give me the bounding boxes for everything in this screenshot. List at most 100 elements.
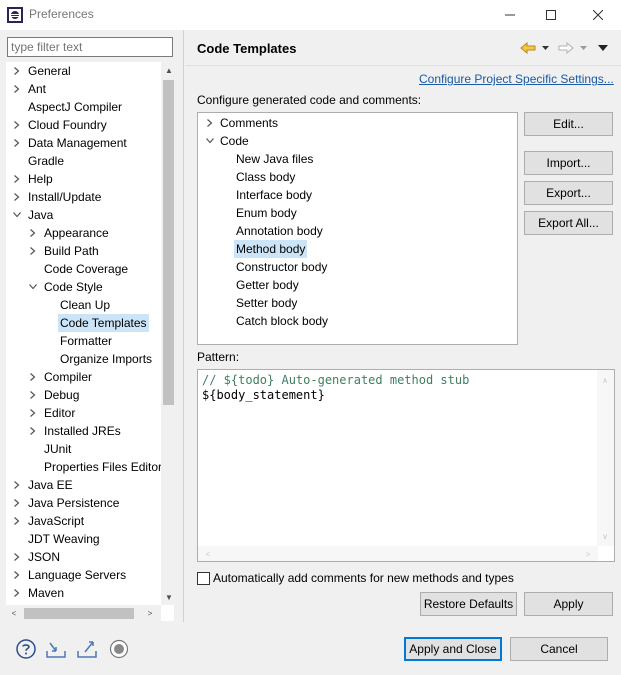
chevron-down-icon[interactable] <box>12 206 22 224</box>
tree-item[interactable]: Installed JREs <box>6 422 161 440</box>
chevron-right-icon[interactable] <box>28 404 38 422</box>
tree-item[interactable]: Appearance <box>6 224 161 242</box>
template-item[interactable]: Method body <box>198 240 516 258</box>
tree-item[interactable]: Code Templates <box>6 314 161 332</box>
scroll-down-arrow-icon[interactable]: ∨ <box>597 528 613 544</box>
tree-item[interactable]: Maven <box>6 584 161 602</box>
tree-item[interactable]: Formatter <box>6 332 161 350</box>
tree-item[interactable]: JSON <box>6 548 161 566</box>
scroll-right-arrow-icon[interactable]: > <box>580 546 596 561</box>
chevron-right-icon[interactable] <box>12 62 22 80</box>
template-item[interactable]: Annotation body <box>198 222 516 240</box>
pattern-horizontal-scrollbar[interactable]: < > <box>198 546 598 561</box>
pattern-editor[interactable]: // ${todo} Auto-generated method stub ${… <box>197 369 615 562</box>
chevron-right-icon[interactable] <box>12 566 22 584</box>
chevron-right-icon[interactable] <box>12 548 22 566</box>
chevron-right-icon[interactable] <box>205 114 215 132</box>
scroll-left-arrow-icon[interactable]: < <box>6 605 22 621</box>
template-item[interactable]: Class body <box>198 168 516 186</box>
template-item[interactable]: Code <box>198 132 516 150</box>
close-button[interactable] <box>587 4 609 26</box>
chevron-down-icon[interactable] <box>205 132 215 150</box>
tree-item[interactable]: Debug <box>6 386 161 404</box>
export-preferences-icon[interactable] <box>76 638 98 660</box>
tree-item[interactable]: Ant <box>6 80 161 98</box>
forward-arrow-icon[interactable] <box>557 40 575 56</box>
chevron-right-icon[interactable] <box>28 242 38 260</box>
pattern-vertical-scrollbar[interactable]: ∧ ∨ <box>597 370 614 546</box>
template-item[interactable]: Catch block body <box>198 312 516 330</box>
scroll-left-arrow-icon[interactable]: < <box>200 546 216 561</box>
configure-project-settings-link[interactable]: Configure Project Specific Settings... <box>419 72 614 86</box>
tree-item[interactable]: Help <box>6 170 161 188</box>
chevron-right-icon[interactable] <box>12 494 22 512</box>
apply-and-close-button[interactable]: Apply and Close <box>404 637 502 661</box>
tree-item[interactable]: JUnit <box>6 440 161 458</box>
help-icon[interactable] <box>15 638 37 660</box>
scroll-up-arrow-icon[interactable]: ∧ <box>597 372 613 388</box>
template-item[interactable]: New Java files <box>198 150 516 168</box>
apply-button[interactable]: Apply <box>524 592 613 616</box>
maximize-button[interactable] <box>540 4 562 26</box>
tree-item[interactable]: General <box>6 62 161 80</box>
chevron-right-icon[interactable] <box>12 512 22 530</box>
oomph-record-icon[interactable] <box>108 638 130 660</box>
tree-item[interactable]: JavaScript <box>6 512 161 530</box>
chevron-right-icon[interactable] <box>12 584 22 602</box>
auto-comments-checkbox[interactable] <box>197 572 210 585</box>
tree-horizontal-scrollbar[interactable]: < > <box>6 605 161 621</box>
tree-item[interactable]: Editor <box>6 404 161 422</box>
chevron-right-icon[interactable] <box>28 224 38 242</box>
template-item[interactable]: Interface body <box>198 186 516 204</box>
scroll-down-arrow-icon[interactable]: ▼ <box>161 589 174 605</box>
forward-dropdown-chevron-icon[interactable] <box>578 40 588 56</box>
pane-splitter[interactable] <box>183 30 184 622</box>
tree-item[interactable]: Clean Up <box>6 296 161 314</box>
chevron-right-icon[interactable] <box>12 170 22 188</box>
chevron-right-icon[interactable] <box>28 422 38 440</box>
template-item[interactable]: Comments <box>198 114 516 132</box>
tree-item[interactable]: Cloud Foundry <box>6 116 161 134</box>
chevron-right-icon[interactable] <box>12 116 22 134</box>
tree-item[interactable]: Install/Update <box>6 188 161 206</box>
template-item[interactable]: Enum body <box>198 204 516 222</box>
cancel-button[interactable]: Cancel <box>510 637 608 661</box>
tree-vertical-scrollbar[interactable]: ▲ ▼ <box>161 62 174 605</box>
tree-item[interactable]: Language Servers <box>6 566 161 584</box>
chevron-right-icon[interactable] <box>12 476 22 494</box>
back-dropdown-chevron-icon[interactable] <box>540 40 550 56</box>
tree-item[interactable]: Organize Imports <box>6 350 161 368</box>
tree-item[interactable]: Build Path <box>6 242 161 260</box>
tree-item[interactable]: Compiler <box>6 368 161 386</box>
chevron-right-icon[interactable] <box>28 368 38 386</box>
back-arrow-icon[interactable] <box>519 40 537 56</box>
import-preferences-icon[interactable] <box>45 638 67 660</box>
chevron-right-icon[interactable] <box>28 386 38 404</box>
import-button[interactable]: Import... <box>524 151 613 175</box>
template-item[interactable]: Setter body <box>198 294 516 312</box>
tree-item[interactable]: Java <box>6 206 161 224</box>
restore-defaults-button[interactable]: Restore Defaults <box>420 592 517 616</box>
filter-input[interactable] <box>7 37 173 57</box>
tree-item[interactable]: Java EE <box>6 476 161 494</box>
tree-item[interactable]: Code Coverage <box>6 260 161 278</box>
chevron-right-icon[interactable] <box>12 134 22 152</box>
template-item[interactable]: Constructor body <box>198 258 516 276</box>
scroll-right-arrow-icon[interactable]: > <box>142 605 158 621</box>
edit-button[interactable]: Edit... <box>524 112 613 136</box>
minimize-button[interactable] <box>499 4 521 26</box>
scroll-up-arrow-icon[interactable]: ▲ <box>161 62 174 78</box>
template-item[interactable]: Getter body <box>198 276 516 294</box>
export-all-button[interactable]: Export All... <box>524 211 613 235</box>
chevron-down-icon[interactable] <box>28 278 38 296</box>
tree-vertical-scroll-thumb[interactable] <box>163 80 174 405</box>
tree-item[interactable]: JDT Weaving <box>6 530 161 548</box>
tree-item[interactable]: Java Persistence <box>6 494 161 512</box>
export-button[interactable]: Export... <box>524 181 613 205</box>
tree-item[interactable]: Gradle <box>6 152 161 170</box>
chevron-right-icon[interactable] <box>12 188 22 206</box>
tree-item[interactable]: AspectJ Compiler <box>6 98 161 116</box>
tree-item[interactable]: Properties Files Editor <box>6 458 162 476</box>
tree-horizontal-scroll-thumb[interactable] <box>24 608 134 619</box>
tree-item[interactable]: Data Management <box>6 134 161 152</box>
